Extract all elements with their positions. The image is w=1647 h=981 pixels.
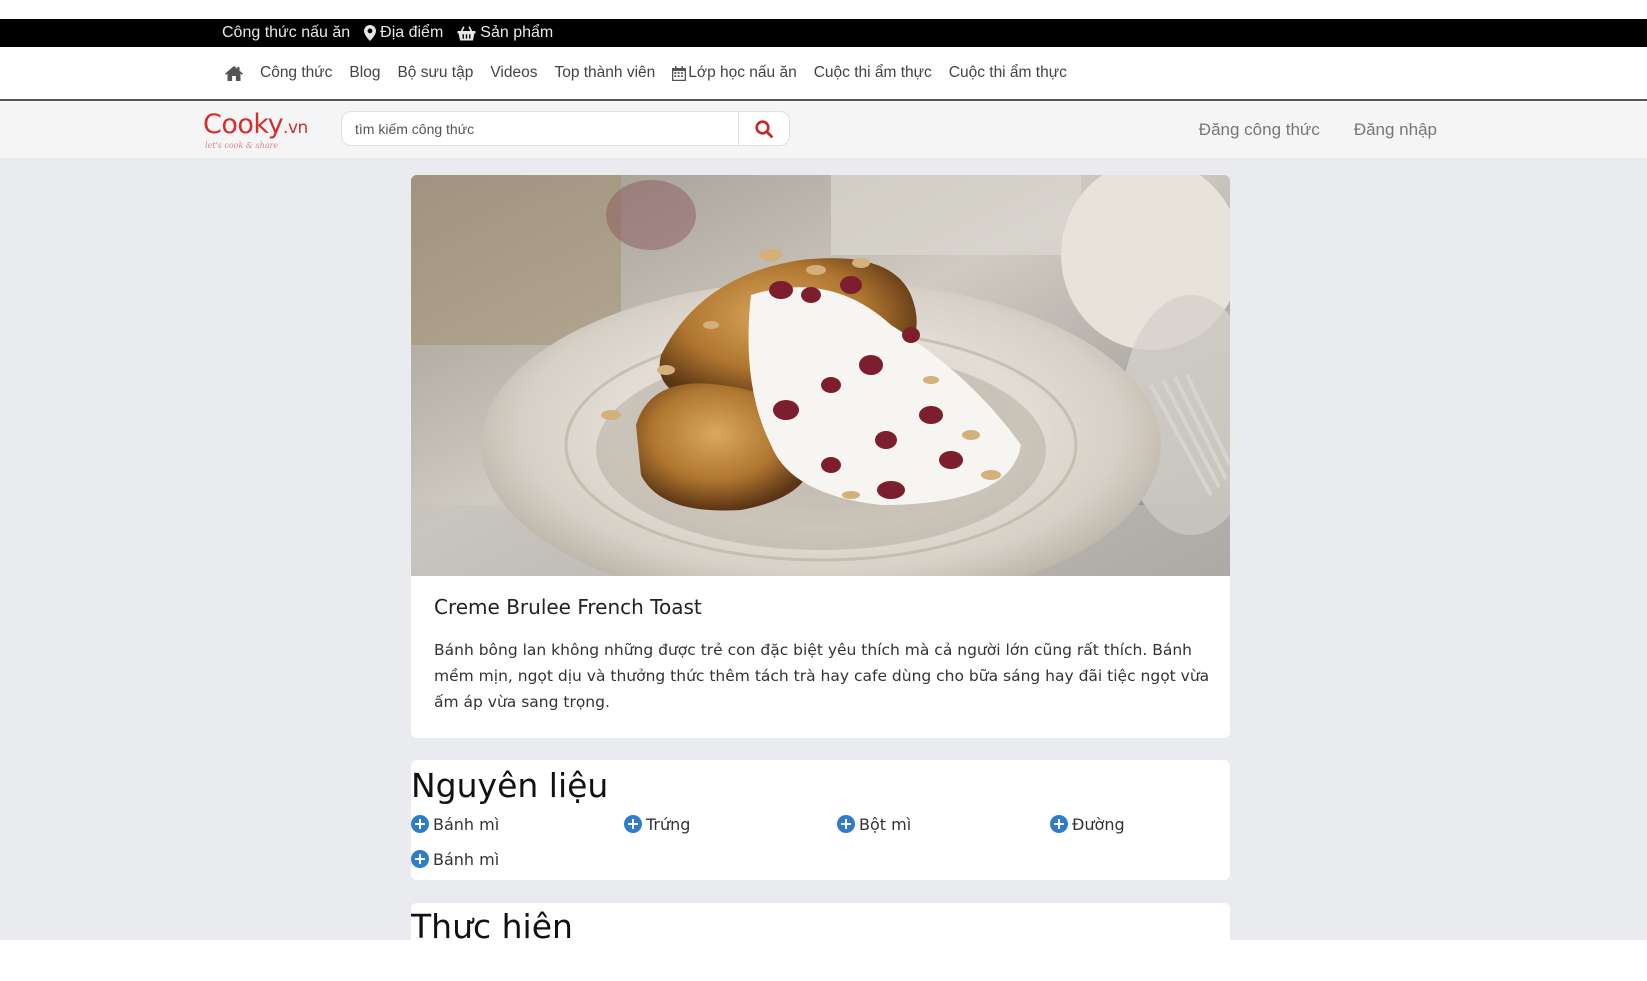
recipe-title: Creme Brulee French Toast: [434, 595, 702, 619]
ingredients-title: Nguyên liệu: [411, 766, 609, 805]
ingredient-item: Bột mì: [837, 812, 1050, 836]
nav-contest-2[interactable]: Cuộc thi ẩm thực: [949, 64, 1067, 82]
logo-tagline: let's cook & share: [205, 141, 279, 150]
post-recipe-link[interactable]: Đăng công thức: [1199, 120, 1320, 140]
main-nav: Công thức Blog Bộ sưu tập Videos Top thà…: [0, 47, 1647, 101]
ingredient-item: Trứng: [624, 812, 837, 836]
shopping-basket-icon: [457, 25, 476, 40]
logo-text: Cooky: [203, 109, 284, 140]
plus-circle-icon[interactable]: [1050, 815, 1068, 833]
ingredient-label: Trứng: [646, 814, 691, 834]
ingredient-label: Đường: [1072, 814, 1125, 834]
nav-contest-1[interactable]: Cuộc thi ẩm thực: [814, 64, 932, 82]
cooky-logo[interactable]: Cooky.vn let's cook & share: [203, 111, 318, 151]
search-icon: [755, 119, 773, 138]
plus-circle-icon[interactable]: [411, 850, 429, 868]
recipe-card: Creme Brulee French Toast Bánh bông lan …: [411, 175, 1230, 738]
content-area: Creme Brulee French Toast Bánh bông lan …: [0, 158, 1647, 940]
nav-cooking-classes-label: Lớp học nấu ăn: [688, 64, 797, 81]
calendar-icon: [672, 65, 687, 81]
ingredient-item: Đường: [1050, 812, 1230, 836]
nav-cooking-classes[interactable]: Lớp học nấu ăn: [672, 64, 797, 82]
topbar-products-label: Sản phẩm: [480, 24, 554, 41]
topbar-recipes-label: Công thức nấu ăn: [222, 24, 351, 41]
search-input[interactable]: [342, 112, 739, 145]
plus-circle-icon[interactable]: [624, 815, 642, 833]
home-link[interactable]: [225, 65, 243, 81]
recipe-description: Bánh bông lan không những được trẻ con đ…: [434, 641, 1210, 711]
ingredients-list: Bánh mì Trứng Bột mì Đường Bánh mì: [411, 812, 1230, 871]
ingredient-item: Bánh mì: [411, 812, 624, 836]
ingredient-label: Bột mì: [859, 814, 912, 834]
nav-top-members[interactable]: Top thành viên: [554, 64, 655, 82]
topbar-recipes-link[interactable]: Công thức nấu ăn: [222, 24, 350, 42]
steps-title: Thực hiện: [411, 907, 573, 940]
topbar-places-link[interactable]: Địa điểm: [364, 24, 443, 42]
ingredient-label: Bánh mì: [433, 814, 500, 834]
recipe-photo: [411, 175, 1230, 576]
ingredient-label: Bánh mì: [433, 849, 500, 869]
ingredient-item: Bánh mì: [411, 847, 624, 871]
topbar-products-link[interactable]: Sản phẩm: [457, 24, 553, 42]
map-marker-icon: [364, 25, 377, 41]
ingredients-card: Nguyên liệu Bánh mì Trứng Bột mì Đường B…: [411, 760, 1230, 880]
site-header: Cooky.vn let's cook & share Đăng công th…: [0, 101, 1647, 158]
login-link[interactable]: Đăng nhập: [1354, 120, 1437, 140]
nav-collections[interactable]: Bộ sưu tập: [397, 64, 473, 82]
top-bar: Công thức nấu ăn Địa điểm Sản phẩm: [0, 19, 1647, 47]
nav-blog[interactable]: Blog: [349, 64, 380, 82]
plus-circle-icon[interactable]: [837, 815, 855, 833]
nav-videos[interactable]: Videos: [490, 64, 537, 82]
search-button[interactable]: [739, 112, 789, 145]
steps-card: Thực hiện: [411, 903, 1230, 940]
plus-circle-icon[interactable]: [411, 815, 429, 833]
page: Công thức nấu ăn Địa điểm Sản phẩm Công …: [0, 0, 1647, 981]
page-bottom: [0, 940, 1647, 981]
nav-recipes[interactable]: Công thức: [260, 64, 332, 82]
logo-suffix: .vn: [283, 118, 308, 138]
search-box: [341, 111, 790, 146]
topbar-places-label: Địa điểm: [380, 24, 444, 41]
home-icon: [225, 65, 243, 81]
